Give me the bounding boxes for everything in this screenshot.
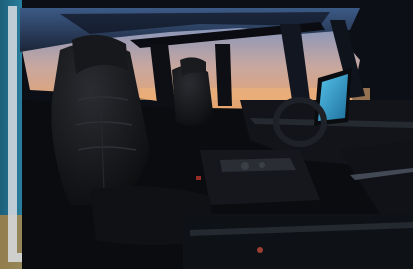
center-console (200, 150, 320, 205)
inset-photo (183, 214, 413, 269)
car-interior-photo (0, 0, 413, 269)
interior-illustration (0, 0, 413, 269)
passenger-seat-back (172, 65, 214, 126)
